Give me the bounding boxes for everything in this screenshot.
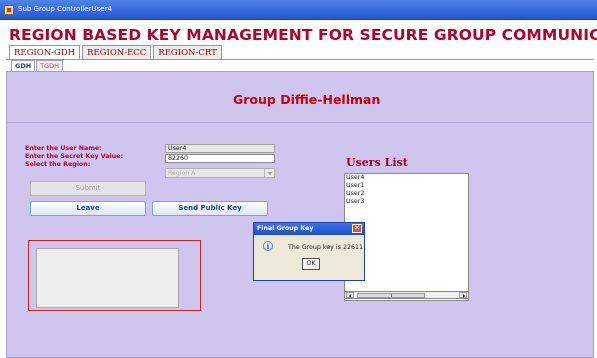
ok-button[interactable]: OK: [302, 258, 320, 270]
tab-tgdh[interactable]: TGDH: [36, 60, 64, 71]
list-item[interactable]: User1: [345, 182, 468, 190]
window-titlebar: Sub Group ControllerUser4: [0, 0, 597, 20]
app-icon: [4, 5, 14, 15]
tab-gdh[interactable]: GDH: [11, 60, 36, 71]
window-title: Sub Group ControllerUser4: [18, 5, 112, 13]
tab-region-ecc[interactable]: REGION-ECC: [82, 45, 152, 60]
users-list-heading: Users List: [346, 156, 408, 169]
list-item[interactable]: User4: [345, 174, 468, 182]
username-label: Enter the User Name:: [25, 145, 102, 152]
info-icon: i: [263, 241, 273, 251]
leave-button[interactable]: Leave: [30, 201, 146, 216]
region-select-value: Region A: [168, 170, 196, 177]
dialog-titlebar[interactable]: Final Group Key ✕: [254, 223, 364, 235]
scroll-right-icon[interactable]: [459, 292, 467, 298]
close-icon[interactable]: ✕: [352, 224, 362, 233]
secret-key-field[interactable]: 82260: [165, 154, 275, 163]
tab-region-crt[interactable]: REGION-CRT: [153, 45, 222, 60]
users-list-hscrollbar[interactable]: [344, 291, 469, 299]
tab-divider: [6, 59, 594, 60]
region-select[interactable]: Region A: [165, 168, 275, 178]
chevron-down-icon[interactable]: [264, 169, 274, 177]
list-item[interactable]: User3: [345, 198, 468, 206]
output-textarea[interactable]: [36, 248, 179, 308]
username-field[interactable]: User4: [165, 144, 275, 153]
dialog-title: Final Group Key: [257, 225, 314, 232]
final-group-key-dialog: Final Group Key ✕ i The Group key is 226…: [253, 222, 365, 281]
secret-key-label: Enter the Secret Key Value:: [25, 153, 123, 160]
panel-heading: Group Diffie-Hellman: [233, 92, 381, 107]
submit-button[interactable]: Submit: [30, 181, 146, 196]
tab-region-gdh[interactable]: REGION-GDH: [9, 45, 81, 60]
dialog-message: The Group key is 22611: [288, 244, 363, 251]
panel-divider: [6, 122, 594, 123]
region-label: Select the Region:: [25, 161, 91, 168]
main-tab-bar: REGION-GDH REGION-ECC REGION-CRT: [9, 45, 224, 60]
list-item[interactable]: User2: [345, 190, 468, 198]
send-public-key-button[interactable]: Send Public Key: [152, 201, 268, 216]
sub-tab-bar: GDH TGDH: [11, 60, 64, 71]
app-banner-title: REGION BASED KEY MANAGEMENT FOR SECURE G…: [9, 26, 597, 44]
scroll-thumb[interactable]: [357, 293, 425, 298]
scroll-left-icon[interactable]: [346, 292, 354, 298]
